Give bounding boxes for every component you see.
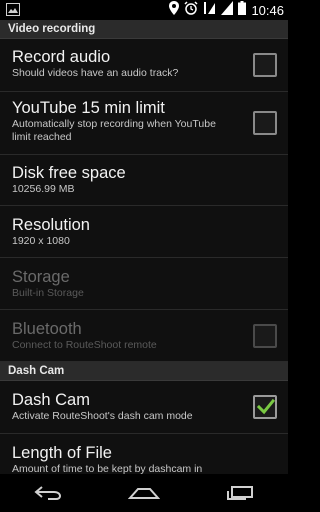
image-notification-icon <box>6 3 20 21</box>
battery-icon <box>238 0 247 20</box>
pref-summary: 10256.99 MB <box>12 183 75 195</box>
pref-summary: Automatically stop recording when YouTub… <box>12 118 216 143</box>
record-audio-checkbox[interactable] <box>253 53 277 77</box>
back-icon <box>34 486 62 500</box>
pref-disk-free-space[interactable]: Disk free space 10256.99 MB <box>0 155 288 206</box>
pref-summary: Amount of time to be kept by dashcam in … <box>12 463 203 474</box>
pref-title: Dash Cam <box>12 391 90 409</box>
checkmark-icon <box>257 398 275 415</box>
bluetooth-checkbox <box>253 323 277 348</box>
alarm-icon <box>184 0 198 20</box>
status-bar: 10:46 <box>0 0 288 20</box>
pref-title: Record audio <box>12 48 111 66</box>
pref-youtube-limit[interactable]: YouTube 15 min limit Automatically stop … <box>0 92 288 155</box>
signal-icon <box>221 0 234 20</box>
pref-summary: 1920 x 1080 <box>12 235 70 247</box>
youtube-limit-checkbox[interactable] <box>253 111 277 135</box>
pref-title: Disk free space <box>12 164 126 182</box>
pref-length-of-file[interactable]: Length of File Amount of time to be kept… <box>0 434 288 474</box>
pref-title: Bluetooth <box>12 320 82 338</box>
pref-bluetooth: Bluetooth Connect to RouteShoot remote <box>0 310 288 362</box>
pref-dash-cam[interactable]: Dash Cam Activate RouteShoot's dash cam … <box>0 381 288 434</box>
status-time: 10:46 <box>251 2 284 18</box>
recent-apps-button[interactable] <box>210 474 270 512</box>
wifi-icon <box>203 1 216 20</box>
home-icon <box>128 488 160 499</box>
pref-title: Length of File <box>12 444 112 462</box>
pref-resolution[interactable]: Resolution 1920 x 1080 <box>0 206 288 258</box>
pref-title: YouTube 15 min limit <box>12 99 165 117</box>
navigation-bar <box>0 474 288 512</box>
pref-title: Resolution <box>12 216 90 234</box>
recent-apps-icon <box>227 486 253 500</box>
pref-summary: Activate RouteShoot's dash cam mode <box>12 410 193 422</box>
section-header-video-recording: Video recording <box>0 20 288 39</box>
section-header-dash-cam: Dash Cam <box>0 362 288 381</box>
pref-storage: Storage Built-in Storage <box>0 258 288 310</box>
pref-summary: Should videos have an audio track? <box>12 67 179 79</box>
pref-summary: Built-in Storage <box>12 287 84 299</box>
dash-cam-checkbox[interactable] <box>253 395 277 419</box>
pref-summary: Connect to RouteShoot remote <box>12 339 157 351</box>
pref-title: Storage <box>12 268 70 286</box>
settings-list[interactable]: Video recording Record audio Should vide… <box>0 20 288 474</box>
home-button[interactable] <box>114 474 174 512</box>
back-button[interactable] <box>18 474 78 512</box>
pref-record-audio[interactable]: Record audio Should videos have an audio… <box>0 39 288 92</box>
location-icon <box>169 0 180 20</box>
